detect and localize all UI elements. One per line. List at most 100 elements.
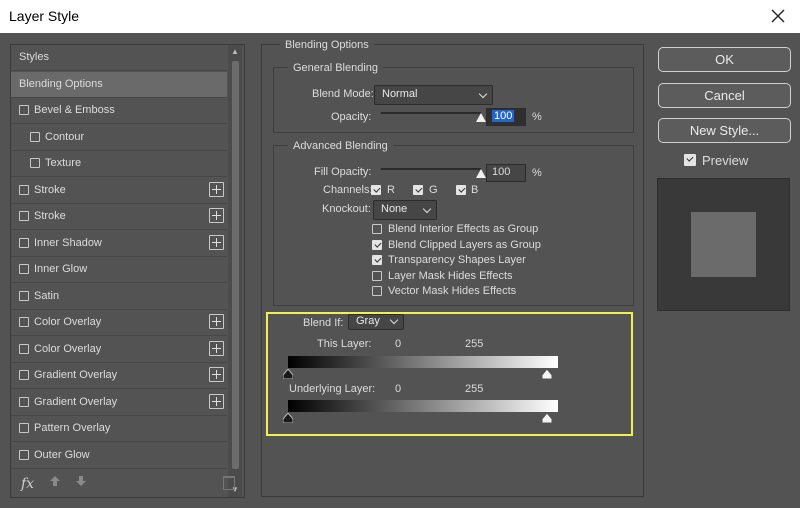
style-label: Inner Shadow <box>34 236 102 249</box>
styles-list-item[interactable]: Satin <box>11 284 227 310</box>
channel-b-checkbox[interactable] <box>456 185 466 195</box>
style-label: Pattern Overlay <box>34 422 111 434</box>
general-blending-title: General Blending <box>288 62 384 74</box>
styles-list-item[interactable]: Bevel & Emboss <box>11 98 227 124</box>
style-checkbox[interactable] <box>19 237 29 248</box>
fill-opacity-slider-thumb[interactable] <box>476 169 486 178</box>
arrow-down-icon[interactable] <box>75 475 89 489</box>
styles-list-item[interactable]: Blending Options <box>11 71 227 98</box>
window-title: Layer Style <box>9 8 80 24</box>
styles-list-item[interactable]: Contour <box>11 125 227 151</box>
style-checkbox[interactable] <box>19 370 29 380</box>
new-style-button[interactable]: New Style... <box>658 118 791 143</box>
opacity-slider[interactable] <box>381 112 481 114</box>
blend-if-select[interactable]: Gray <box>348 314 404 330</box>
add-effect-plus-icon[interactable] <box>209 234 224 250</box>
styles-list-item[interactable]: Gradient Overlay <box>11 390 227 416</box>
style-checkbox[interactable] <box>19 343 29 354</box>
style-label: Styles <box>19 51 49 63</box>
styles-panel: Styles Blending Options Bevel & Emboss Cont… <box>10 44 245 498</box>
add-effect-plus-icon[interactable] <box>209 314 224 329</box>
add-effect-plus-icon[interactable] <box>209 181 224 197</box>
style-checkbox[interactable] <box>19 290 29 301</box>
styles-list-item[interactable]: Inner Glow <box>11 257 227 283</box>
style-checkbox[interactable] <box>19 423 29 433</box>
style-checkbox[interactable] <box>30 131 40 142</box>
knockout-select[interactable]: None <box>373 200 437 220</box>
close-icon[interactable] <box>766 4 790 28</box>
styles-list-item[interactable]: Gradient Overlay <box>11 363 227 389</box>
underlying-layer-high: 255 <box>465 383 484 395</box>
this-layer-high: 255 <box>465 338 484 350</box>
add-effect-plus-icon[interactable] <box>209 208 224 223</box>
style-checkbox[interactable] <box>19 184 29 195</box>
advanced-option-label: Vector Mask Hides Effects <box>388 285 517 297</box>
general-blending-group: General Blending Blend Mode: Normal Opac… <box>273 62 634 133</box>
channel-g-checkbox[interactable] <box>413 185 423 195</box>
blend-if-value: Gray <box>356 315 380 327</box>
style-label: Bevel & Emboss <box>34 104 115 116</box>
this-layer-black-stop[interactable] <box>282 368 294 380</box>
chevron-down-icon <box>422 204 432 214</box>
ok-button[interactable]: OK <box>658 47 791 72</box>
this-layer-low: 0 <box>395 338 402 350</box>
styles-list-item[interactable]: Stroke <box>11 204 227 230</box>
advanced-option-checkbox[interactable] <box>372 255 382 265</box>
styles-list-item[interactable]: Inner Shadow <box>11 231 227 257</box>
arrow-up-icon[interactable] <box>49 475 63 489</box>
style-checkbox[interactable] <box>19 396 29 407</box>
style-checkbox[interactable] <box>19 317 29 327</box>
advanced-option-label: Transparency Shapes Layer <box>388 254 526 266</box>
advanced-option-checkbox[interactable] <box>372 286 382 296</box>
underlying-layer-low: 0 <box>395 383 402 395</box>
this-layer-white-stop[interactable] <box>541 368 553 380</box>
cancel-button[interactable]: Cancel <box>658 83 791 108</box>
add-effect-plus-icon[interactable] <box>209 367 224 382</box>
underlying-layer-black-stop[interactable] <box>282 412 294 424</box>
scrollbar-thumb[interactable] <box>232 61 239 469</box>
preview-label: Preview <box>702 153 749 168</box>
opacity-field[interactable]: 100 <box>486 108 526 126</box>
style-label: Stroke <box>34 210 66 222</box>
style-label: Texture <box>45 157 82 169</box>
styles-list-item[interactable]: Stroke <box>11 178 227 204</box>
blending-options-panel: Blending Options General Blending Blend … <box>261 39 644 497</box>
style-checkbox[interactable] <box>19 105 29 115</box>
advanced-option-checkbox[interactable] <box>372 239 382 250</box>
style-checkbox[interactable] <box>19 264 29 274</box>
fill-opacity-field[interactable]: 100 <box>486 164 526 182</box>
styles-list-item[interactable]: Pattern Overlay <box>11 416 227 442</box>
style-preview <box>657 178 790 311</box>
style-checkbox[interactable] <box>19 449 29 460</box>
this-layer-gradient[interactable] <box>288 356 558 368</box>
fill-opacity-slider[interactable] <box>381 168 481 170</box>
styles-list-item[interactable]: Color Overlay <box>11 310 227 336</box>
advanced-option-label: Blend Clipped Layers as Group <box>388 238 541 251</box>
blend-mode-select[interactable]: Normal <box>374 85 493 105</box>
style-label: Color Overlay <box>34 316 102 328</box>
preview-checkbox[interactable] <box>684 154 696 166</box>
add-effect-plus-icon[interactable] <box>209 393 224 409</box>
add-effect-plus-icon[interactable] <box>209 340 224 356</box>
scroll-up-icon[interactable]: ▲ <box>231 47 239 56</box>
advanced-option-checkbox[interactable] <box>372 224 382 234</box>
opacity-slider-thumb[interactable] <box>476 113 486 122</box>
underlying-layer-white-stop[interactable] <box>541 412 553 424</box>
underlying-layer-gradient[interactable] <box>288 400 558 412</box>
styles-list-item[interactable]: Styles <box>11 45 227 71</box>
styles-scrollbar[interactable]: ▲ ▼ <box>228 45 242 497</box>
styles-list-item[interactable]: Outer Glow <box>11 443 227 469</box>
styles-list-item[interactable]: Color Overlay <box>11 337 227 363</box>
style-checkbox[interactable] <box>30 158 40 168</box>
style-checkbox[interactable] <box>19 211 29 221</box>
channel-r-checkbox[interactable] <box>371 185 381 195</box>
advanced-option-checkbox[interactable] <box>372 270 382 281</box>
fx-button[interactable]: fx <box>21 476 34 492</box>
styles-list-item[interactable]: Texture <box>11 151 227 177</box>
title-bar: Layer Style <box>0 0 800 33</box>
chevron-down-icon <box>478 89 488 99</box>
style-label: Gradient Overlay <box>34 369 118 381</box>
trash-icon[interactable] <box>223 476 235 490</box>
blend-mode-label: Blend Mode: <box>312 88 374 100</box>
channel-g-label: G <box>429 184 438 196</box>
